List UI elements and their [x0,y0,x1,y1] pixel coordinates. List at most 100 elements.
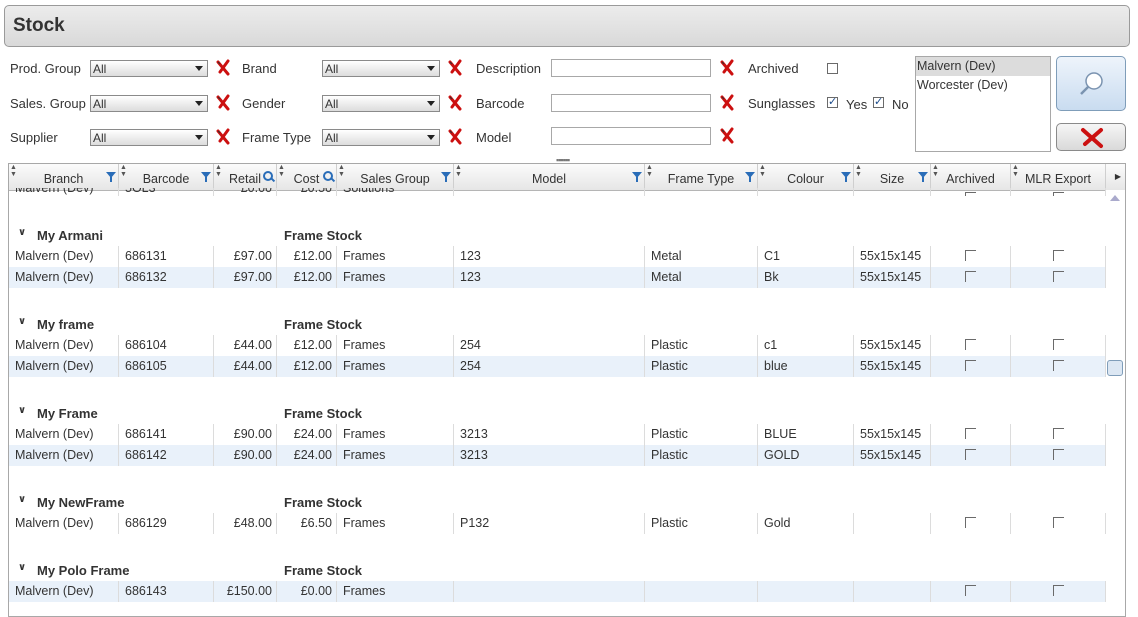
scroll-thumb[interactable] [1107,360,1123,376]
archived-checkbox[interactable] [965,585,976,596]
filter-icon[interactable] [841,172,851,182]
more-columns-icon[interactable]: ▶ [1111,164,1125,190]
cell-mlr[interactable] [1011,513,1106,534]
clear-gender-icon[interactable] [447,94,463,112]
filter-icon[interactable] [201,172,211,182]
column-header-colour[interactable]: ▲▼ Colour [758,164,854,190]
filter-icon[interactable] [918,172,928,182]
archived-checkbox[interactable] [965,339,976,350]
sunglasses-no-checkbox[interactable]: ✓ [873,97,884,108]
mlr-export-checkbox[interactable] [1052,585,1064,596]
frame-type-dropdown[interactable]: All [322,129,440,146]
cell-mlr[interactable] [1011,246,1106,267]
archived-checkbox[interactable] [965,192,976,196]
mlr-export-checkbox[interactable] [1052,428,1064,439]
gender-dropdown[interactable]: All [322,95,440,112]
cell-archived[interactable] [931,335,1011,356]
cell-archived[interactable] [931,581,1011,602]
table-row[interactable]: Malvern (Dev) 686131 £97.00 £12.00 Frames 123… [9,246,1106,267]
mlr-export-checkbox[interactable] [1052,250,1064,261]
table-row[interactable]: Malvern (Dev) 686132 £97.00 £12.00 Frames 123… [9,267,1106,288]
cell-archived[interactable] [931,445,1011,466]
archived-checkbox[interactable] [965,360,976,371]
cell-mlr[interactable] [1011,267,1106,288]
cell-mlr[interactable] [1011,356,1106,377]
group-header[interactable]: ∨ My frame Frame Stock [9,313,1106,335]
archived-checkbox[interactable] [965,271,976,282]
cell-mlr[interactable] [1011,581,1106,602]
mlr-export-checkbox[interactable] [1052,360,1064,371]
table-row[interactable]: Malvern (Dev) 686105 £44.00 £12.00 Frames 254… [9,356,1106,377]
description-input[interactable] [551,59,711,77]
mlr-export-checkbox[interactable] [1052,517,1064,528]
sunglasses-yes-checkbox[interactable]: ✓ [827,97,838,108]
clear-brand-icon[interactable] [447,59,463,77]
filter-icon[interactable] [441,172,451,182]
column-header-model[interactable]: ▲▼ Model [454,164,645,190]
collapse-chevron-icon[interactable]: ∨ [18,405,26,416]
clear-barcode-icon[interactable] [719,94,735,112]
column-header-cost[interactable]: ▲▼ Cost [277,164,337,190]
collapse-chevron-icon[interactable]: ∨ [18,227,26,238]
filter-icon[interactable] [632,172,642,182]
column-header-mlr[interactable]: ▲▼ MLR Export [1011,164,1106,190]
clear-prod-group-icon[interactable] [215,59,231,77]
search-icon[interactable] [263,171,273,181]
cell-mlr[interactable] [1011,335,1106,356]
table-row[interactable]: Malvern (Dev) 686129 £48.00 £6.50 Frames P132… [9,513,1106,534]
table-row[interactable]: Malvern (Dev) 686141 £90.00 £24.00 Frames 321… [9,424,1106,445]
scroll-up-icon[interactable] [1110,195,1120,201]
column-header-retail[interactable]: ▲▼ Retail [214,164,277,190]
cell-archived[interactable] [931,424,1011,445]
column-header-archived[interactable]: ▲▼ Archived [931,164,1011,190]
cell-mlr[interactable] [1011,445,1106,466]
branch-item[interactable]: Worcester (Dev) [916,76,1050,95]
column-header-barcode[interactable]: ▲▼ Barcode [119,164,214,190]
collapse-chevron-icon[interactable]: ∨ [18,316,26,327]
supplier-dropdown[interactable]: All [90,129,208,146]
barcode-input[interactable] [551,94,711,112]
cell-archived[interactable] [931,188,1011,196]
model-input[interactable] [551,127,711,145]
column-header-branch[interactable]: ▲▼ Branch [9,164,119,190]
branch-list[interactable]: Malvern (Dev) Worcester (Dev) [915,56,1051,152]
group-header[interactable]: ∨ My Frame Frame Stock [9,402,1106,424]
table-row[interactable]: Malvern (Dev) 5OL3 £0.00 £0.50 Solutions [9,188,1106,196]
search-icon[interactable] [323,171,333,181]
table-row[interactable]: Malvern (Dev) 686143 £150.00 £0.00 Frames [9,581,1106,602]
cell-mlr[interactable] [1011,424,1106,445]
brand-dropdown[interactable]: All [322,60,440,77]
clear-sales-group-icon[interactable] [215,94,231,112]
table-row[interactable]: Malvern (Dev) 686104 £44.00 £12.00 Frames 254… [9,335,1106,356]
clear-all-button[interactable] [1056,123,1126,151]
cell-archived[interactable] [931,356,1011,377]
cell-mlr[interactable] [1011,188,1106,196]
cell-archived[interactable] [931,246,1011,267]
mlr-export-checkbox[interactable] [1052,449,1064,460]
vertical-scrollbar[interactable] [1106,190,1125,616]
sales-group-dropdown[interactable]: All [90,95,208,112]
mlr-export-checkbox[interactable] [1052,271,1064,282]
mlr-export-checkbox[interactable] [1052,339,1064,350]
clear-description-icon[interactable] [719,59,735,77]
cell-archived[interactable] [931,513,1011,534]
archived-checkbox[interactable] [965,428,976,439]
column-header-size[interactable]: ▲▼ Size [854,164,931,190]
clear-frame-type-icon[interactable] [447,128,463,146]
archived-checkbox[interactable] [965,449,976,460]
group-header[interactable]: ∨ My NewFrame Frame Stock [9,491,1106,513]
search-button[interactable] [1056,56,1126,111]
cell-archived[interactable] [931,267,1011,288]
collapse-chevron-icon[interactable]: ∨ [18,494,26,505]
archived-checkbox[interactable] [965,250,976,261]
column-header-frame-type[interactable]: ▲▼ Frame Type [645,164,758,190]
archived-checkbox[interactable] [827,63,838,74]
clear-supplier-icon[interactable] [215,128,231,146]
branch-item[interactable]: Malvern (Dev) [916,57,1050,76]
filter-icon[interactable] [106,172,116,182]
mlr-export-checkbox[interactable] [1052,192,1064,196]
collapse-chevron-icon[interactable]: ∨ [18,562,26,573]
table-row[interactable]: Malvern (Dev) 686142 £90.00 £24.00 Frames 321… [9,445,1106,466]
group-header[interactable]: ∨ My Polo Frame Frame Stock [9,559,1106,581]
clear-model-icon[interactable] [719,127,735,145]
